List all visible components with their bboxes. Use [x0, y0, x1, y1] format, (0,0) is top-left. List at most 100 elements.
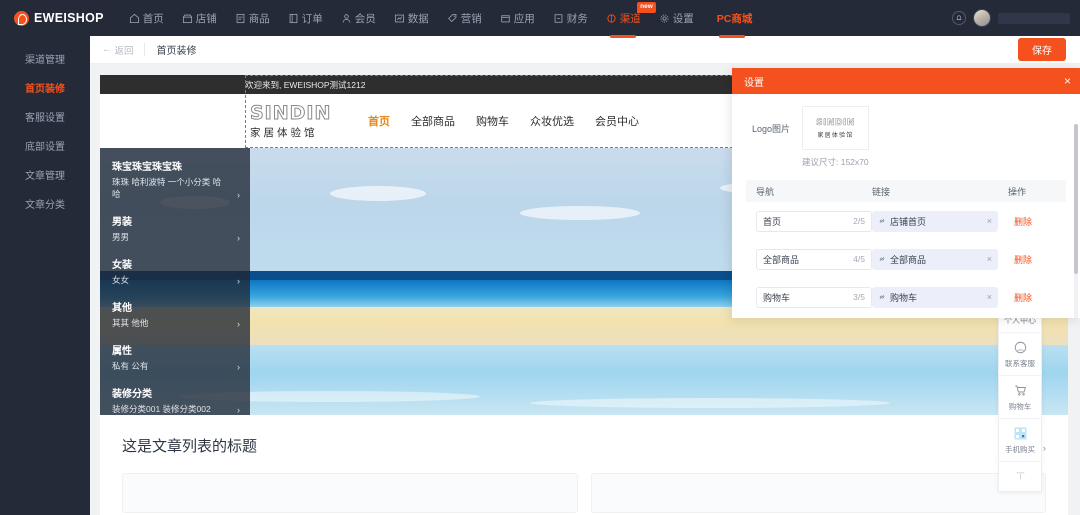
nav-item-marketing[interactable]: 营销: [438, 0, 491, 36]
foam: [530, 398, 890, 408]
back-button[interactable]: ← 返回: [90, 43, 144, 57]
sidebar-item-home-decoration[interactable]: 首页装修: [0, 73, 90, 102]
link-cell: 店铺首页 ×: [872, 211, 1008, 232]
chevron-right-icon: ›: [237, 405, 240, 415]
top-nav-items: 首页 店铺 商品 订单 会员 数据: [120, 0, 762, 36]
sidebar-item-service-settings[interactable]: 客服设置: [0, 102, 90, 131]
article-card[interactable]: [122, 473, 578, 513]
channel-icon: [606, 13, 617, 24]
tool-extra[interactable]: [999, 462, 1041, 491]
category-menu: 珠宝珠宝珠宝珠 珠珠 哈利波特 一个小分类 哈哈 › 男装 男男 › 女装 女女…: [100, 148, 250, 415]
nav-cell: 购物车 3/5: [746, 287, 872, 308]
nav-label: 设置: [673, 11, 694, 26]
data-icon: [394, 13, 405, 24]
delete-row-button[interactable]: 删除: [1008, 217, 1032, 227]
nav-label: 渠道: [620, 11, 641, 26]
member-icon: [341, 13, 352, 24]
action-cell: 删除: [1008, 212, 1058, 230]
nav-item-settings[interactable]: 设置: [650, 0, 703, 36]
gear-icon: [659, 13, 670, 24]
link-select[interactable]: 购物车 ×: [872, 287, 998, 308]
nav-item-data[interactable]: 数据: [385, 0, 438, 36]
category-item[interactable]: 属性 私有 公有 ›: [112, 342, 240, 372]
nav-item-channel[interactable]: 渠道 new: [597, 0, 650, 36]
link-value: 购物车: [890, 291, 917, 304]
col-header-action: 操作: [1008, 185, 1058, 198]
top-arrow-icon: [1014, 469, 1027, 482]
article-header: 这是文章列表的标题 查看更多 ›: [122, 435, 1046, 456]
nav-label: 会员: [355, 11, 376, 26]
nav-settings-table: 导航 链接 操作 首页 2/5 店铺首页: [746, 180, 1066, 316]
nav-label: 首页: [143, 11, 164, 26]
nav-item-home[interactable]: 首页: [120, 0, 173, 36]
sidebar-item-footer-settings[interactable]: 底部设置: [0, 131, 90, 160]
link-cell: 全部商品 ×: [872, 249, 1008, 270]
nav-cell: 全部商品 4/5: [746, 249, 872, 270]
top-navigation-bar: EWEISHOP 首页 店铺 商品 订单 会员: [0, 0, 1080, 36]
sidebar-item-channel-manage[interactable]: 渠道管理: [0, 44, 90, 73]
sidebar-item-article-category[interactable]: 文章分类: [0, 189, 90, 218]
nav-label: PC商城: [717, 11, 753, 26]
category-item[interactable]: 其他 其其 他他 ›: [112, 299, 240, 329]
eweishop-logo-icon: [14, 11, 29, 26]
nav-item-store[interactable]: 店铺: [173, 0, 226, 36]
delete-row-button[interactable]: 删除: [1008, 293, 1032, 303]
link-select[interactable]: 全部商品 ×: [872, 249, 998, 270]
nav-name-input[interactable]: 首页 2/5: [756, 211, 872, 232]
panel-scrollbar-track[interactable]: [1074, 124, 1078, 318]
sidebar: 渠道管理 首页装修 客服设置 底部设置 文章管理 文章分类: [0, 36, 90, 515]
nav-item-order[interactable]: 订单: [279, 0, 332, 36]
category-sub: 私有 公有: [112, 360, 240, 372]
col-header-link: 链接: [872, 185, 1008, 198]
panel-scrollbar-thumb[interactable]: [1074, 124, 1078, 274]
store-nav-all-goods[interactable]: 全部商品: [411, 113, 455, 129]
qr-code-icon: [1013, 426, 1028, 441]
action-cell: 删除: [1008, 288, 1058, 306]
settings-panel: 设置 × Logo图片 SINDIN 家居体验馆 建议尺寸: 152x70 导航…: [732, 68, 1080, 318]
store-logo[interactable]: SINDIN 家居体验馆: [250, 102, 338, 140]
tool-mobile-buy[interactable]: 手机购买: [999, 419, 1041, 462]
clear-icon[interactable]: ×: [987, 254, 992, 264]
clear-icon[interactable]: ×: [987, 292, 992, 302]
close-icon[interactable]: ×: [1064, 75, 1071, 87]
tool-cart[interactable]: 购物车: [999, 376, 1041, 419]
nav-item-app[interactable]: 应用: [491, 0, 544, 36]
bell-icon[interactable]: [952, 11, 966, 25]
logo-upload-preview[interactable]: SINDIN 家居体验馆: [802, 106, 869, 150]
category-item[interactable]: 男装 男男 ›: [112, 213, 240, 243]
link-select[interactable]: 店铺首页 ×: [872, 211, 998, 232]
action-cell: 删除: [1008, 250, 1058, 268]
chevron-right-icon: ›: [237, 190, 240, 200]
store-nav-member-center[interactable]: 会员中心: [595, 113, 639, 129]
brand-logo[interactable]: EWEISHOP: [0, 11, 120, 26]
nav-item-member[interactable]: 会员: [332, 0, 385, 36]
clear-icon[interactable]: ×: [987, 216, 992, 226]
category-item[interactable]: 装修分类 装修分类001 装修分类002 ›: [112, 385, 240, 415]
logo-field-label: Logo图片: [746, 106, 790, 135]
nav-item-pc-mall[interactable]: PC商城: [703, 0, 762, 36]
category-item[interactable]: 珠宝珠宝珠宝珠 珠珠 哈利波特 一个小分类 哈哈 ›: [112, 158, 240, 200]
nav-item-finance[interactable]: 财务: [544, 0, 597, 36]
delete-row-button[interactable]: 删除: [1008, 255, 1032, 265]
col-header-nav: 导航: [746, 185, 872, 198]
store-nav-home[interactable]: 首页: [368, 113, 390, 129]
store-nav-beauty[interactable]: 众妆优选: [530, 113, 574, 129]
nav-name-input[interactable]: 购物车 3/5: [756, 287, 872, 308]
store-nav-cart[interactable]: 购物车: [476, 113, 509, 129]
tool-customer-service[interactable]: 联系客服: [999, 333, 1041, 376]
nav-label: 订单: [302, 11, 323, 26]
app-icon: [500, 13, 511, 24]
goods-icon: [235, 13, 246, 24]
sub-header: ← 返回 首页装修 保存: [90, 36, 1080, 64]
nav-name-value: 首页: [763, 215, 781, 228]
logo-size-hint: 建议尺寸: 152x70: [802, 156, 1066, 168]
nav-item-goods[interactable]: 商品: [226, 0, 279, 36]
table-row: 购物车 3/5 购物车 × 删除: [746, 278, 1066, 316]
category-sub: 珠珠 哈利波特 一个小分类 哈哈: [112, 176, 240, 200]
category-item[interactable]: 女装 女女 ›: [112, 256, 240, 286]
nav-name-input[interactable]: 全部商品 4/5: [756, 249, 872, 270]
sidebar-item-article-manage[interactable]: 文章管理: [0, 160, 90, 189]
save-button[interactable]: 保存: [1018, 38, 1066, 61]
avatar[interactable]: [973, 9, 991, 27]
article-card[interactable]: [591, 473, 1047, 513]
